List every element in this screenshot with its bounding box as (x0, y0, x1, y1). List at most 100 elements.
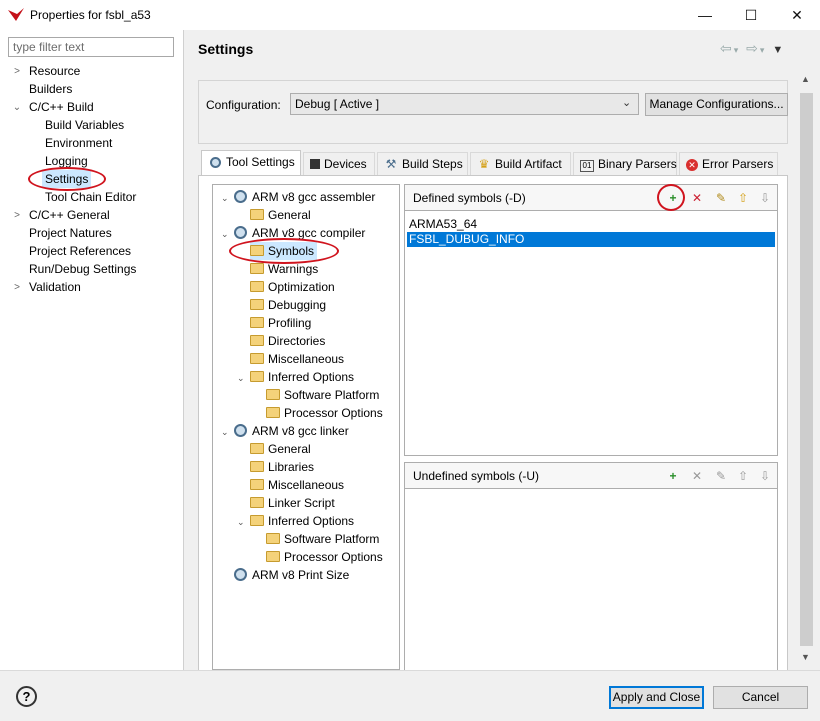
tree-item-assembler-general[interactable]: General (250, 206, 311, 224)
folder-icon (250, 443, 264, 454)
tree-item-compiler-inferred-options[interactable]: Inferred Options (250, 368, 354, 386)
expand-arrow-icon[interactable]: > (12, 210, 22, 221)
folder-icon (250, 461, 264, 472)
back-arrow-icon[interactable]: ⇦ (720, 40, 734, 56)
nav-item-project-natures[interactable]: Project Natures (29, 224, 112, 242)
tab-build-steps[interactable]: ⚒ Build Steps (377, 152, 468, 175)
tree-item-assembler[interactable]: ARM v8 gcc assembler (234, 188, 375, 206)
nav-item-project-references[interactable]: Project References (29, 242, 131, 260)
nav-item-cpp-general[interactable]: C/C++ General (29, 206, 110, 224)
tree-item-linker-general[interactable]: General (250, 440, 311, 458)
collapse-arrow-icon[interactable]: ⌄ (221, 427, 229, 438)
tree-item-linker-processor-options[interactable]: Processor Options (266, 548, 383, 566)
nav-item-builders[interactable]: Builders (29, 80, 72, 98)
expand-arrow-icon[interactable]: > (12, 282, 22, 293)
tree-item-warnings[interactable]: Warnings (250, 260, 318, 278)
move-up-icon[interactable]: ⇧ (735, 468, 751, 484)
tree-item-compiler-software-platform[interactable]: Software Platform (266, 386, 379, 404)
binary-icon: 01 (580, 160, 594, 172)
folder-icon (266, 551, 280, 562)
move-down-icon[interactable]: ⇩ (757, 468, 773, 484)
tab-devices[interactable]: Devices (303, 152, 375, 175)
expand-arrow-icon[interactable]: > (12, 66, 22, 77)
view-menu-icon[interactable]: ▼ (772, 44, 785, 56)
collapse-arrow-icon[interactable]: ⌄ (237, 517, 245, 528)
back-menu-chevron-icon[interactable]: ▾ (734, 45, 741, 55)
tree-item-linker-inferred-options[interactable]: Inferred Options (250, 512, 354, 530)
collapse-arrow-icon[interactable]: ⌄ (12, 102, 22, 113)
symbol-row-selected[interactable]: FSBL_DUBUG_INFO (407, 232, 775, 247)
configuration-select[interactable]: Debug [ Active ] (290, 93, 639, 115)
nav-item-run-debug-settings[interactable]: Run/Debug Settings (29, 260, 136, 278)
symbol-row[interactable]: ARMA53_64 (407, 217, 477, 232)
folder-icon (250, 371, 264, 382)
add-symbol-icon[interactable]: + (665, 468, 681, 484)
nav-item-cpp-build[interactable]: C/C++ Build (29, 98, 94, 116)
undefined-symbols-panel: Undefined symbols (-U) + ✕ ✎ ⇧ ⇩ (404, 462, 778, 670)
configuration-label: Configuration: (206, 98, 281, 112)
folder-icon (250, 353, 264, 364)
close-button[interactable]: ✕ (774, 0, 820, 30)
edit-symbol-icon[interactable]: ✎ (713, 190, 729, 206)
nav-item-logging[interactable]: Logging (45, 152, 88, 170)
manage-configurations-button[interactable]: Manage Configurations... (645, 93, 788, 116)
minimize-button[interactable]: — (682, 0, 728, 30)
nav-item-environment[interactable]: Environment (45, 134, 112, 152)
cancel-button[interactable]: Cancel (713, 686, 808, 709)
tree-item-print-size[interactable]: ARM v8 Print Size (234, 566, 349, 584)
tree-item-optimization[interactable]: Optimization (250, 278, 335, 296)
tab-build-artifact[interactable]: ♛ Build Artifact (470, 152, 571, 175)
tree-item-compiler[interactable]: ARM v8 gcc compiler (234, 224, 365, 242)
error-icon: ✕ (686, 159, 698, 171)
tree-item-compiler-miscellaneous[interactable]: Miscellaneous (250, 350, 344, 368)
nav-item-validation[interactable]: Validation (29, 278, 81, 296)
folder-icon (250, 281, 264, 292)
tab-error-parsers[interactable]: ✕ Error Parsers (679, 152, 778, 175)
defined-symbols-title: Defined symbols (-D) (413, 191, 526, 205)
tab-binary-parsers[interactable]: 01 Binary Parsers (573, 152, 677, 175)
tree-item-linker-software-platform[interactable]: Software Platform (266, 530, 379, 548)
scrollbar-thumb[interactable] (800, 93, 813, 646)
tree-item-libraries[interactable]: Libraries (250, 458, 314, 476)
maximize-button[interactable]: ☐ (728, 0, 774, 30)
app-logo-icon (8, 8, 24, 21)
build-steps-icon: ⚒ (385, 157, 397, 171)
nav-item-tool-chain-editor[interactable]: Tool Chain Editor (45, 188, 136, 206)
collapse-arrow-icon[interactable]: ⌄ (221, 229, 229, 240)
delete-symbol-icon[interactable]: ✕ (689, 468, 705, 484)
tree-item-linker[interactable]: ARM v8 gcc linker (234, 422, 349, 440)
move-down-icon[interactable]: ⇩ (757, 190, 773, 206)
forward-arrow-icon[interactable]: ⇨ (746, 40, 760, 56)
apply-and-close-button[interactable]: Apply and Close (609, 686, 704, 709)
nav-item-resource[interactable]: Resource (29, 62, 80, 80)
chevron-down-icon[interactable]: ⌄ (622, 96, 631, 109)
delete-symbol-icon[interactable]: ✕ (689, 190, 705, 206)
tree-item-linker-script[interactable]: Linker Script (250, 494, 335, 512)
forward-menu-chevron-icon[interactable]: ▾ (760, 45, 767, 55)
tree-item-profiling[interactable]: Profiling (250, 314, 311, 332)
scroll-down-icon[interactable]: ▼ (801, 652, 810, 662)
tree-item-linker-miscellaneous[interactable]: Miscellaneous (250, 476, 344, 494)
collapse-arrow-icon[interactable]: ⌄ (237, 373, 245, 384)
add-symbol-icon[interactable]: + (665, 190, 681, 206)
gear-icon (234, 226, 247, 239)
tree-item-directories[interactable]: Directories (250, 332, 325, 350)
tree-item-symbols[interactable]: Symbols (250, 242, 318, 260)
gear-icon (234, 424, 247, 437)
folder-icon (266, 533, 280, 544)
history-nav: ⇦▾ ⇨▾ ▼ (720, 40, 785, 57)
collapse-arrow-icon[interactable]: ⌄ (221, 193, 229, 204)
scroll-up-icon[interactable]: ▲ (801, 74, 810, 84)
help-icon[interactable]: ? (16, 686, 37, 707)
edit-symbol-icon[interactable]: ✎ (713, 468, 729, 484)
nav-item-build-variables[interactable]: Build Variables (45, 116, 124, 134)
tree-item-debugging[interactable]: Debugging (250, 296, 326, 314)
tab-tool-settings[interactable]: Tool Settings (201, 150, 301, 176)
trophy-icon: ♛ (478, 157, 490, 171)
window-title: Properties for fsbl_a53 (30, 8, 151, 22)
folder-icon (250, 299, 264, 310)
nav-item-settings[interactable]: Settings (42, 170, 92, 188)
filter-input[interactable] (8, 37, 174, 57)
tree-item-compiler-processor-options[interactable]: Processor Options (266, 404, 383, 422)
move-up-icon[interactable]: ⇧ (735, 190, 751, 206)
